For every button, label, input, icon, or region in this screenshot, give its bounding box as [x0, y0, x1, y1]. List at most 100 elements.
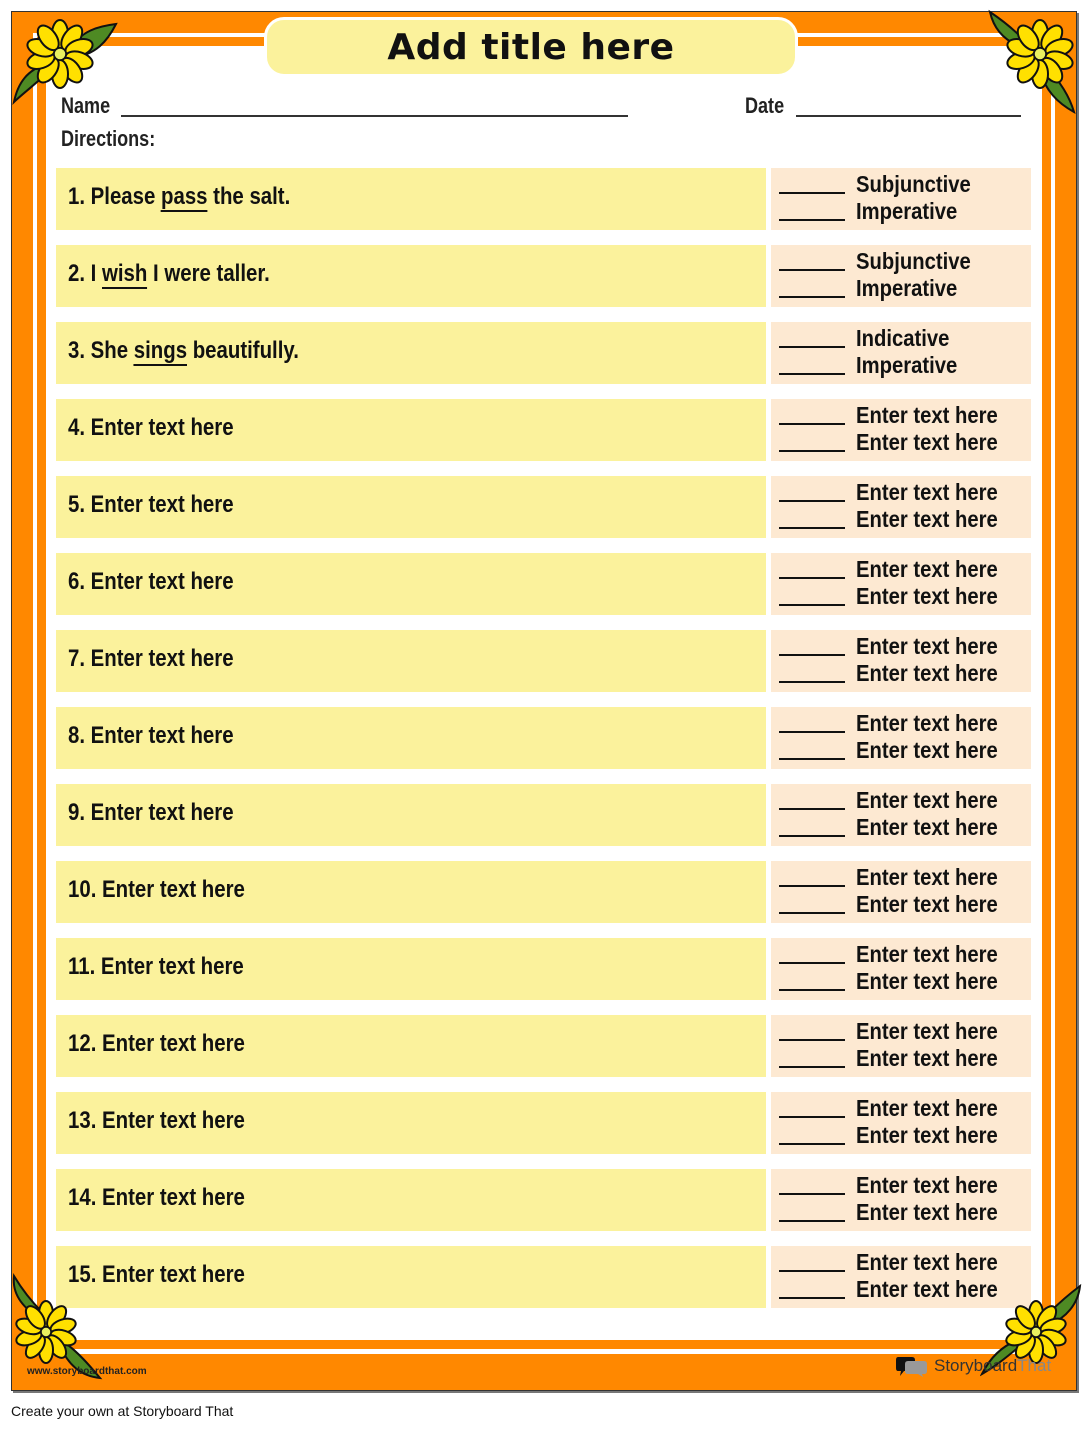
option-label: Enter text here [856, 891, 998, 917]
answer-blank[interactable] [779, 219, 845, 221]
options-box: Enter text here Enter text here [771, 861, 1031, 923]
option-item: Enter text here [779, 787, 1029, 814]
option-item: Imperative [779, 198, 1029, 225]
answer-blank[interactable] [779, 885, 845, 887]
question-box[interactable]: 6. Enter text here [56, 553, 766, 615]
answer-blank[interactable] [779, 1220, 845, 1222]
question-number: 5. [68, 491, 86, 518]
option-label: Enter text here [856, 402, 998, 428]
answer-blank[interactable] [779, 731, 845, 733]
question-box[interactable]: 14. Enter text here [56, 1169, 766, 1231]
option-label: Subjunctive [856, 248, 971, 274]
question-row: 9. Enter text here Enter text here Enter… [56, 784, 1031, 846]
question-box[interactable]: 12. Enter text here [56, 1015, 766, 1077]
question-row: 11. Enter text here Enter text here Ente… [56, 938, 1031, 1000]
question-number: 6. [68, 568, 86, 595]
underlined-verb: wish [102, 260, 148, 289]
answer-blank[interactable] [779, 346, 845, 348]
option-item: Enter text here [779, 1199, 1029, 1226]
question-box[interactable]: 15. Enter text here [56, 1246, 766, 1308]
question-box[interactable]: 11. Enter text here [56, 938, 766, 1000]
options-box: Subjunctive Imperative [771, 245, 1031, 307]
option-label: Indicative [856, 325, 950, 351]
credit-link[interactable]: Create your own at Storyboard That [11, 1403, 233, 1419]
option-item: Enter text here [779, 633, 1029, 660]
question-box[interactable]: 10. Enter text here [56, 861, 766, 923]
answer-blank[interactable] [779, 835, 845, 837]
worksheet-title[interactable]: Add title here [387, 27, 674, 68]
question-number: 13. [68, 1107, 97, 1134]
answer-blank[interactable] [779, 1297, 845, 1299]
title-box[interactable]: Add title here [264, 17, 798, 77]
answer-blank[interactable] [779, 1270, 845, 1272]
answer-blank[interactable] [779, 1116, 845, 1118]
option-label: Enter text here [856, 968, 998, 994]
question-box[interactable]: 5. Enter text here [56, 476, 766, 538]
option-label: Enter text here [856, 633, 998, 659]
options-box: Enter text here Enter text here [771, 938, 1031, 1000]
option-item: Enter text here [779, 814, 1029, 841]
answer-blank[interactable] [779, 758, 845, 760]
answer-blank[interactable] [779, 527, 845, 529]
option-label: Enter text here [856, 864, 998, 890]
answer-blank[interactable] [779, 1039, 845, 1041]
question-box[interactable]: 7. Enter text here [56, 630, 766, 692]
answer-blank[interactable] [779, 962, 845, 964]
answer-blank[interactable] [779, 681, 845, 683]
option-label: Enter text here [856, 429, 998, 455]
answer-blank[interactable] [779, 989, 845, 991]
question-box[interactable]: 9. Enter text here [56, 784, 766, 846]
answer-blank[interactable] [779, 269, 845, 271]
question-number: 9. [68, 799, 86, 826]
question-text: 9. Enter text here [68, 799, 234, 826]
option-item: Subjunctive [779, 171, 1029, 198]
options-box: Subjunctive Imperative [771, 168, 1031, 230]
question-box[interactable]: 1. Please pass the salt. [56, 168, 766, 230]
question-row: 13. Enter text here Enter text here Ente… [56, 1092, 1031, 1154]
question-box[interactable]: 8. Enter text here [56, 707, 766, 769]
answer-blank[interactable] [779, 1143, 845, 1145]
option-label: Imperative [856, 198, 958, 224]
options-box: Enter text here Enter text here [771, 630, 1031, 692]
option-item: Enter text here [779, 660, 1029, 687]
option-label: Enter text here [856, 814, 998, 840]
answer-blank[interactable] [779, 296, 845, 298]
answer-blank[interactable] [779, 808, 845, 810]
option-label: Enter text here [856, 1122, 998, 1148]
question-text: 7. Enter text here [68, 645, 234, 672]
name-input-line[interactable] [121, 115, 628, 117]
option-label: Enter text here [856, 583, 998, 609]
answer-blank[interactable] [779, 423, 845, 425]
website-link[interactable]: www.storyboardthat.com [27, 1366, 147, 1377]
option-label: Imperative [856, 352, 958, 378]
answer-blank[interactable] [779, 373, 845, 375]
answer-blank[interactable] [779, 604, 845, 606]
option-label: Enter text here [856, 556, 998, 582]
question-box[interactable]: 13. Enter text here [56, 1092, 766, 1154]
directions-label: Directions: [61, 126, 156, 151]
question-box[interactable]: 3. She sings beautifully. [56, 322, 766, 384]
storyboardthat-logo[interactable]: StoryboardThat [896, 1355, 1051, 1377]
question-text: 11. Enter text here [68, 953, 244, 980]
answer-blank[interactable] [779, 1066, 845, 1068]
question-number: 8. [68, 722, 86, 749]
option-item: Enter text here [779, 968, 1029, 995]
question-row: 15. Enter text here Enter text here Ente… [56, 1246, 1031, 1308]
answer-blank[interactable] [779, 577, 845, 579]
options-box: Enter text here Enter text here [771, 1092, 1031, 1154]
option-item: Enter text here [779, 1018, 1029, 1045]
question-box[interactable]: 2. I wish I were taller. [56, 245, 766, 307]
option-item: Enter text here [779, 1172, 1029, 1199]
answer-blank[interactable] [779, 654, 845, 656]
answer-blank[interactable] [779, 1193, 845, 1195]
question-text: 8. Enter text here [68, 722, 234, 749]
answer-blank[interactable] [779, 192, 845, 194]
option-label: Enter text here [856, 787, 998, 813]
answer-blank[interactable] [779, 500, 845, 502]
question-row: 14. Enter text here Enter text here Ente… [56, 1169, 1031, 1231]
answer-blank[interactable] [779, 450, 845, 452]
option-item: Enter text here [779, 1045, 1029, 1072]
question-text: 4. Enter text here [68, 414, 234, 441]
question-box[interactable]: 4. Enter text here [56, 399, 766, 461]
answer-blank[interactable] [779, 912, 845, 914]
